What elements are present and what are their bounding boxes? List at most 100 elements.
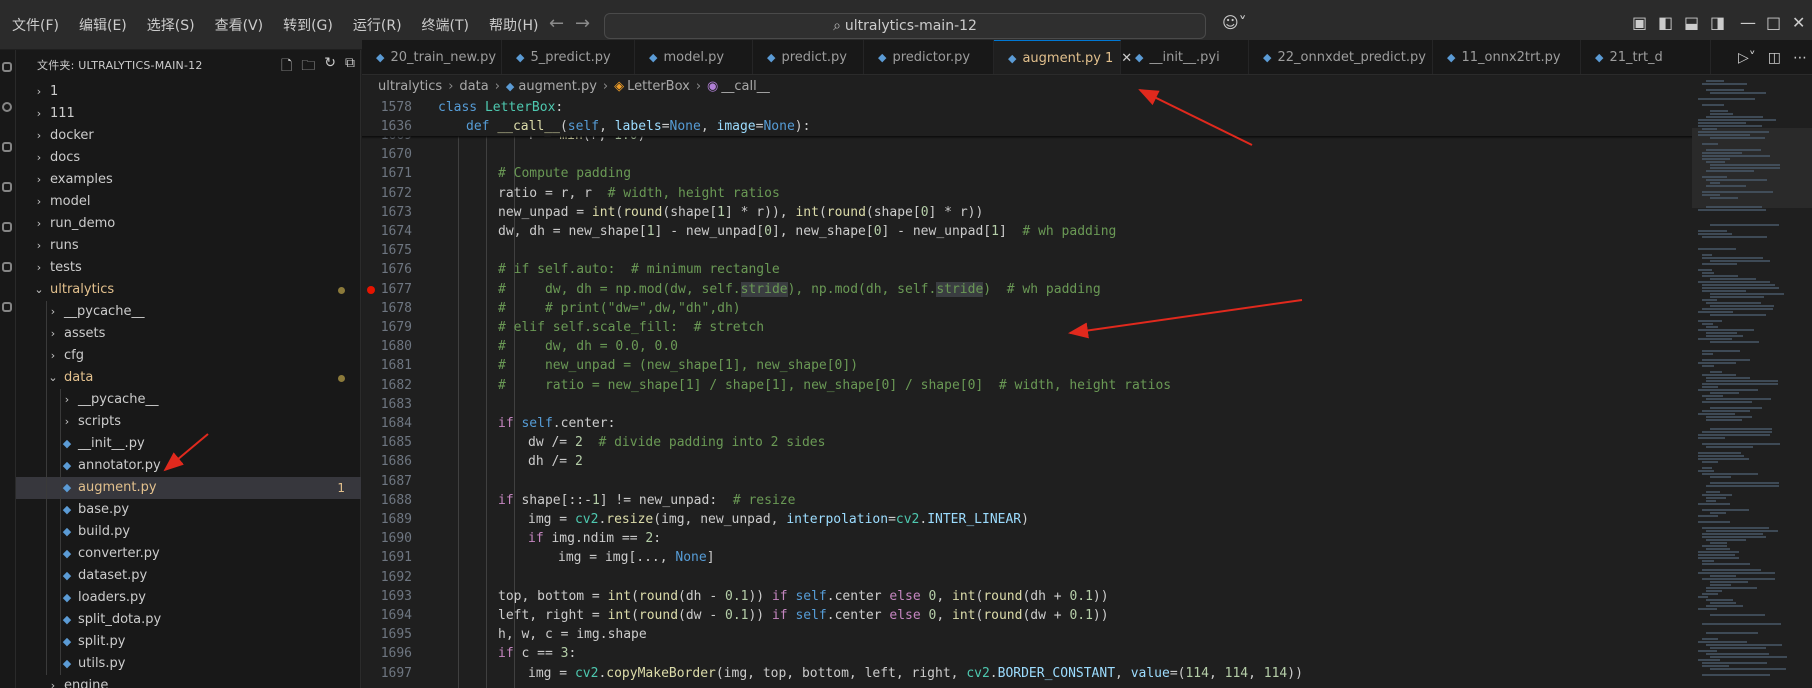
menu-run[interactable]: 运行(R) — [353, 15, 412, 35]
toggle-secondary-sidebar-icon[interactable]: ◨ — [1710, 13, 1725, 32]
tree-folder-item[interactable]: › assets — [16, 323, 361, 345]
new-file-icon[interactable]: 🗋 — [281, 55, 292, 79]
tab[interactable]: ◆ __init__.pyi — [1121, 40, 1249, 74]
menu-file[interactable]: 文件(F) — [12, 15, 69, 35]
code-line[interactable]: 1675 — [362, 241, 1692, 260]
tree-folder-item[interactable]: › examples — [16, 169, 361, 191]
minimap[interactable] — [1692, 76, 1812, 688]
code-line[interactable]: 1671 # Compute padding — [362, 164, 1692, 183]
tree-folder-item[interactable]: › docker — [16, 125, 361, 147]
tree-folder-item[interactable]: › __pycache__ — [16, 389, 361, 411]
code-line[interactable]: 1687 — [362, 472, 1692, 491]
menu-terminal[interactable]: 终端(T) — [422, 15, 479, 35]
tree-file-item[interactable]: ◆ base.py — [16, 499, 361, 521]
tree-folder-item[interactable]: › model — [16, 191, 361, 213]
remote-explorer-icon[interactable] — [2, 262, 12, 272]
close-window-icon[interactable]: ✕ — [1792, 13, 1805, 32]
more-actions-icon[interactable]: ⋯ — [1793, 50, 1807, 66]
tree-file-item[interactable]: ◆ split_dota.py — [16, 609, 361, 631]
menu-edit[interactable]: 编辑(E) — [79, 15, 137, 35]
code-line[interactable]: 1683 — [362, 395, 1692, 414]
menu-help[interactable]: 帮助(H) — [489, 15, 548, 35]
run-debug-icon[interactable] — [2, 182, 12, 192]
tree-folder-item[interactable]: › tests — [16, 257, 361, 279]
code-line[interactable]: 1697 img = cv2.copyMakeBorder(img, top, b… — [362, 664, 1692, 683]
tree-file-item[interactable]: ◆ __init__.py — [16, 433, 361, 455]
code-line[interactable]: 1680 # dw, dh = 0.0, 0.0 — [362, 337, 1692, 356]
explorer-icon[interactable] — [2, 62, 12, 72]
tree-folder-item[interactable]: › run_demo — [16, 213, 361, 235]
tree-file-item[interactable]: ◆ converter.py — [16, 543, 361, 565]
tree-folder-item[interactable]: › docs — [16, 147, 361, 169]
toggle-sidebar-icon[interactable]: ◧ — [1658, 13, 1673, 32]
breadcrumb-method[interactable]: __call__ — [721, 79, 769, 94]
tree-folder-item[interactable]: › cfg — [16, 345, 361, 367]
code-line[interactable]: 1695 h, w, c = img.shape — [362, 625, 1692, 644]
split-editor-icon[interactable]: ◫ — [1768, 50, 1781, 66]
breadcrumb-class[interactable]: LetterBox — [627, 79, 690, 94]
tree-file-item[interactable]: ◆ split.py — [16, 631, 361, 653]
run-icon[interactable]: ▷˅ — [1738, 50, 1756, 66]
tree-folder-item[interactable]: › scripts — [16, 411, 361, 433]
code-line[interactable]: 1681 # new_unpad = (new_shape[1], new_sha… — [362, 356, 1692, 375]
tab[interactable]: ◆ 21_trt_d — [1581, 40, 1711, 74]
code-line[interactable]: 1686 dh /= 2 — [362, 452, 1692, 471]
code-line[interactable]: 1677 # dw, dh = np.mod(dw, self.stride), … — [362, 280, 1692, 299]
code-line[interactable]: 1682 # ratio = new_shape[1] / shape[1], n… — [362, 376, 1692, 395]
maximize-icon[interactable]: □ — [1766, 13, 1781, 32]
code-line[interactable]: 1676 # if self.auto: # minimum rectangle — [362, 260, 1692, 279]
code-line[interactable]: 1670 — [362, 145, 1692, 164]
tab[interactable]: ◆ predictor.py — [864, 40, 994, 74]
code-line[interactable]: 1688 if shape[::-1] != new_unpad: # resiz… — [362, 491, 1692, 510]
code-line[interactable]: 1696 if c == 3: — [362, 644, 1692, 663]
code-line[interactable]: 1690 if img.ndim == 2: — [362, 529, 1692, 548]
tree-file-item[interactable]: ◆ utils.py — [16, 653, 361, 675]
back-arrow-icon[interactable]: ← — [549, 13, 564, 34]
source-control-icon[interactable] — [2, 142, 12, 152]
code-line[interactable]: 1684 if self.center: — [362, 414, 1692, 433]
breadcrumb-file[interactable]: augment.py — [518, 79, 597, 94]
tree-file-item[interactable]: ◆ loaders.py — [16, 587, 361, 609]
code-line[interactable]: 1673 new_unpad = int(round(shape[1] * r))… — [362, 203, 1692, 222]
breadcrumb-folder[interactable]: data — [459, 79, 488, 94]
toggle-panel-icon[interactable]: ⬓ — [1684, 13, 1699, 32]
command-center-search[interactable]: ⌕ ultralytics-main-12 — [604, 13, 1206, 39]
extensions-icon[interactable] — [2, 222, 12, 232]
tree-file-item[interactable]: ◆ build.py — [16, 521, 361, 543]
tree-folder-item[interactable]: › engine — [16, 675, 361, 688]
code-line[interactable]: 1685 dw /= 2 # divide padding into 2 side… — [362, 433, 1692, 452]
code-editor[interactable]: 1578 class LetterBox: 1636 def __call__(sel… — [362, 98, 1692, 688]
refresh-icon[interactable]: ↻ — [324, 55, 336, 79]
code-line[interactable]: 1693 top, bottom = int(round(dh - 0.1)) i… — [362, 587, 1692, 606]
menu-selection[interactable]: 选择(S) — [147, 15, 205, 35]
tree-folder-item[interactable]: › __pycache__ — [16, 301, 361, 323]
tab-active[interactable]: ◆ augment.py 1 ✕ — [994, 40, 1132, 74]
menu-view[interactable]: 查看(V) — [215, 15, 274, 35]
tab[interactable]: ◆ predict.py — [753, 40, 864, 74]
code-line[interactable]: 1694 left, right = int(round(dw - 0.1)) i… — [362, 606, 1692, 625]
copilot-icon[interactable]: ☺˅ — [1222, 13, 1247, 32]
customize-layout-icon[interactable]: ▣ — [1632, 13, 1647, 32]
tree-folder-item[interactable]: › 111 — [16, 103, 361, 125]
collapse-all-icon[interactable]: ⧉ — [345, 55, 355, 79]
tree-file-item[interactable]: ◆ dataset.py — [16, 565, 361, 587]
code-line[interactable]: 1689 img = cv2.resize(img, new_unpad, int… — [362, 510, 1692, 529]
tree-file-item[interactable]: ◆ annotator.py — [16, 455, 361, 477]
code-line[interactable]: 1691 img = img[..., None] — [362, 548, 1692, 567]
new-folder-icon[interactable]: 🗀 — [301, 55, 315, 79]
tab[interactable]: ◆ 11_onnx2trt.py — [1433, 40, 1581, 74]
breadcrumb-root[interactable]: ultralytics — [378, 79, 442, 94]
code-line[interactable]: 1674 dw, dh = new_shape[1] - new_unpad[0]… — [362, 222, 1692, 241]
tab[interactable]: ◆ model.py — [635, 40, 753, 74]
tab[interactable]: ◆ 20_train_new.py — [362, 40, 502, 74]
code-line[interactable]: 1678 # # print("dw=",dw,"dh",dh) — [362, 299, 1692, 318]
minimize-icon[interactable]: — — [1740, 13, 1756, 32]
code-line[interactable]: 1692 — [362, 568, 1692, 587]
sticky-scroll-line[interactable]: 1636 def __call__(self, labels=None, imag… — [362, 117, 1692, 136]
forward-arrow-icon[interactable]: → — [575, 13, 590, 34]
tab[interactable]: ◆ 22_onnxdet_predict.py — [1249, 40, 1433, 74]
code-line[interactable]: 1672 ratio = r, r # width, height ratios — [362, 184, 1692, 203]
testing-icon[interactable] — [2, 302, 12, 312]
search-view-icon[interactable] — [2, 102, 12, 112]
tab[interactable]: ◆ 5_predict.py — [502, 40, 635, 74]
